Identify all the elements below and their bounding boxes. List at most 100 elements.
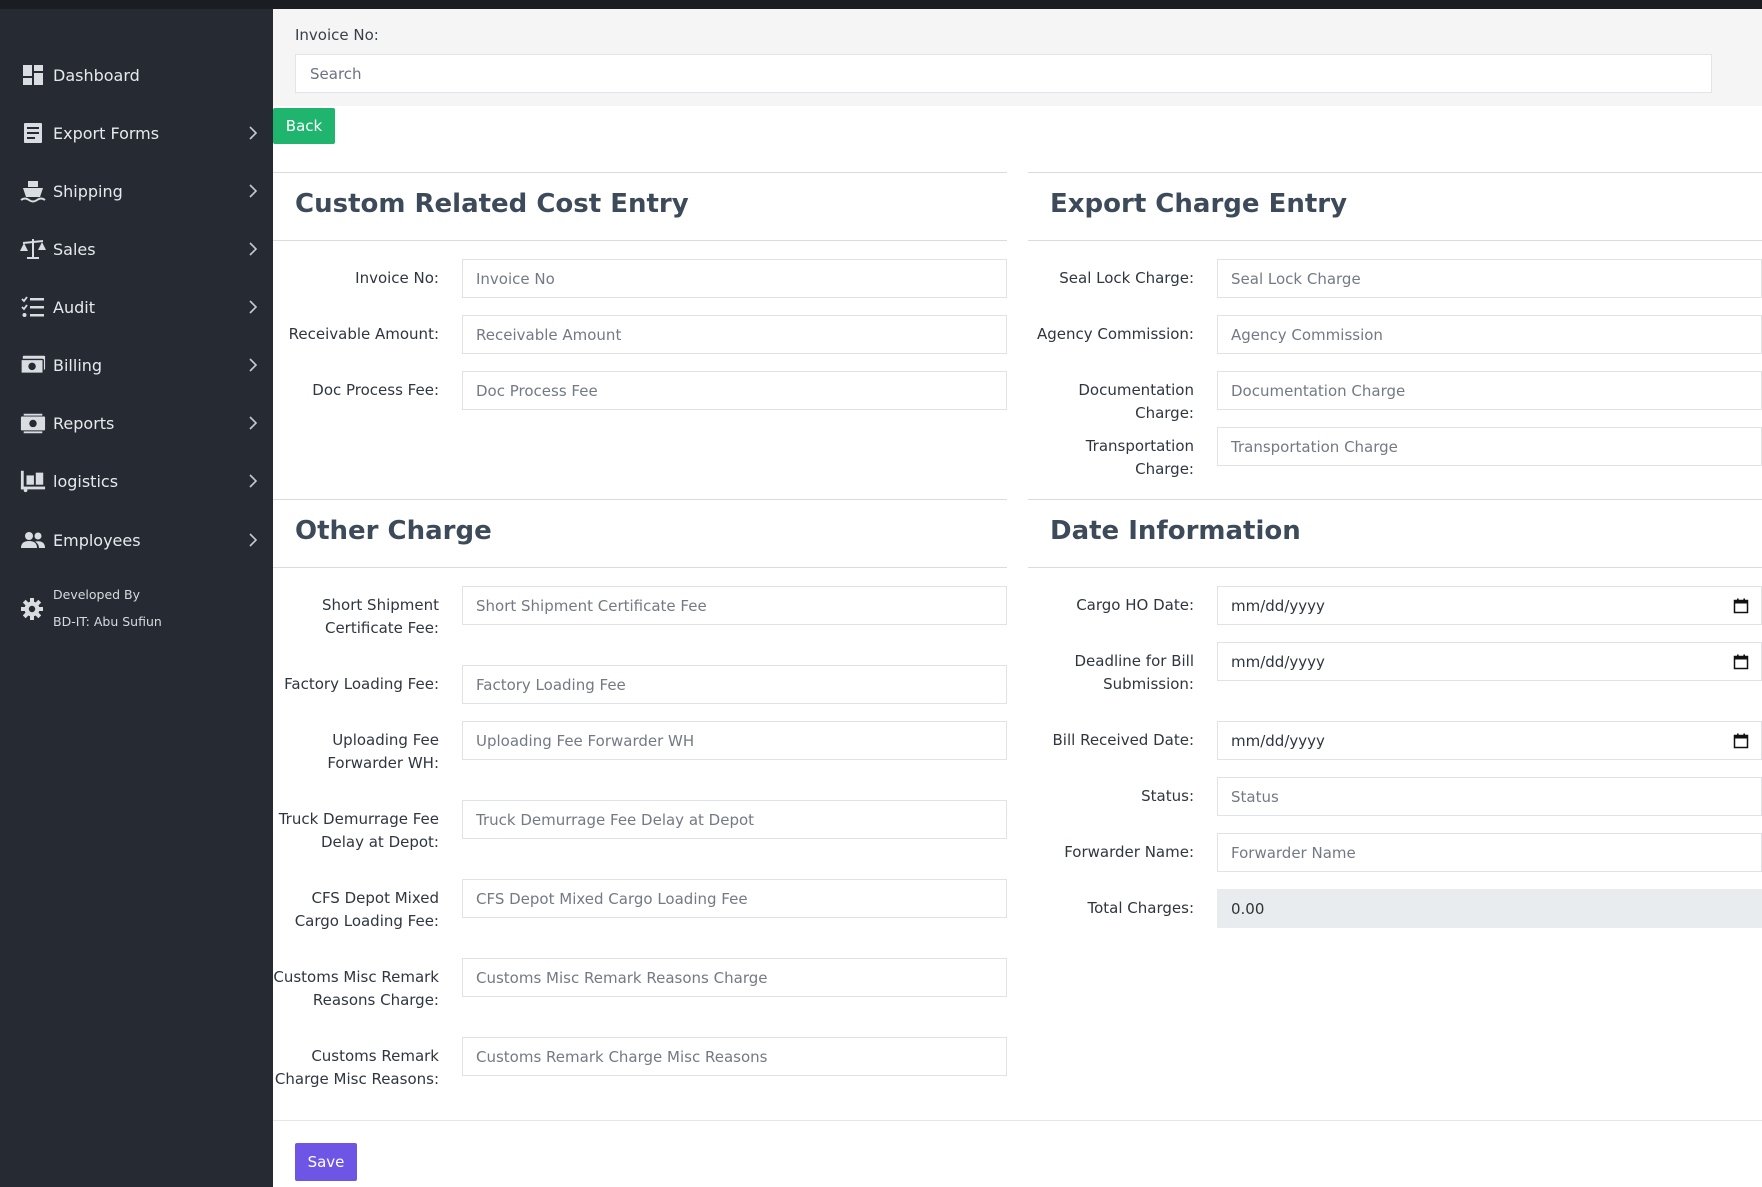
sidebar-item-employees[interactable]: Employees (0, 520, 273, 560)
customs-misc-remark-input[interactable] (462, 958, 1007, 997)
truck-demurrage-fee-label: Truck Demurrage Fee Delay at Depot: (278, 810, 439, 851)
total-charges-label: Total Charges: (1087, 899, 1195, 917)
chevron-right-icon (246, 358, 260, 372)
customs-remark-charge-input[interactable] (462, 1037, 1007, 1076)
divider (1028, 567, 1762, 568)
chevron-right-icon (246, 474, 260, 488)
cfs-depot-fee-input[interactable] (462, 879, 1007, 918)
developer-credit: Developed By BD-IT: Abu Sufiun (0, 581, 273, 641)
bill-received-date-input[interactable]: mm/dd/yyyy (1217, 721, 1762, 760)
invoice-search-label: Invoice No: (295, 26, 379, 44)
forwarder-name-input[interactable] (1217, 833, 1762, 872)
divider (273, 567, 1007, 568)
developer-label: Developed By (53, 587, 141, 602)
checklist-icon (20, 294, 46, 320)
calendar-icon[interactable] (1733, 654, 1749, 670)
dolly-icon (20, 468, 46, 494)
transportation-charge-input[interactable] (1217, 427, 1762, 466)
sidebar-item-logistics[interactable]: logistics (0, 461, 273, 501)
divider (273, 240, 1007, 241)
scale-icon (20, 236, 46, 262)
panel-title: Other Charge (295, 516, 492, 546)
factory-loading-fee-input[interactable] (462, 665, 1007, 704)
developer-name: BD-IT: Abu Sufiun (53, 614, 162, 629)
chevron-right-icon (246, 126, 260, 140)
documentation-charge-label: Documentation Charge: (1078, 381, 1194, 422)
form-icon (20, 120, 46, 146)
ship-icon (20, 178, 46, 204)
doc-process-fee-label: Doc Process Fee: (312, 381, 439, 399)
calendar-icon[interactable] (1733, 733, 1749, 749)
short-shipment-fee-label: Short Shipment Certificate Fee: (322, 596, 439, 637)
panel-title: Export Charge Entry (1050, 189, 1348, 219)
date-value: mm/dd/yyyy (1231, 596, 1325, 615)
calendar-icon[interactable] (1733, 598, 1749, 614)
doc-process-fee-input[interactable] (462, 371, 1007, 410)
invoice-search-input[interactable] (295, 54, 1712, 93)
sidebar-item-export-forms[interactable]: Export Forms (0, 113, 273, 153)
invoice-search-bar: Invoice No: (273, 9, 1762, 106)
short-shipment-fee-input[interactable] (462, 586, 1007, 625)
money-icon (20, 352, 46, 378)
other-charge-panel: Other Charge Short Shipment Certificate F… (273, 499, 1007, 1099)
date-value: mm/dd/yyyy (1231, 652, 1325, 671)
sidebar-item-shipping[interactable]: Shipping (0, 171, 273, 211)
sidebar-item-label: Audit (53, 297, 95, 317)
customs-remark-charge-label: Customs Remark Charge Misc Reasons: (274, 1047, 439, 1088)
sidebar-item-dashboard[interactable]: Dashboard (0, 55, 273, 95)
sidebar-item-label: Billing (53, 355, 103, 375)
invoice-no-input[interactable] (462, 259, 1007, 298)
invoice-no-label: Invoice No: (355, 269, 439, 287)
transportation-charge-label: Transportation Charge: (1085, 437, 1194, 478)
sidebar-item-label: logistics (53, 471, 119, 491)
sidebar-item-sales[interactable]: Sales (0, 229, 273, 269)
top-strip (0, 0, 1762, 9)
receivable-amount-label: Receivable Amount: (288, 325, 439, 343)
sidebar-item-audit[interactable]: Audit (0, 287, 273, 327)
forwarder-name-label: Forwarder Name: (1064, 843, 1194, 861)
seal-lock-charge-input[interactable] (1217, 259, 1762, 298)
chevron-right-icon (246, 300, 260, 314)
sidebar-item-label: Employees (53, 530, 141, 550)
sidebar-item-reports[interactable]: Reports (0, 403, 273, 443)
sidebar-item-label: Export Forms (53, 123, 160, 143)
panel-title: Date Information (1050, 516, 1301, 546)
status-label: Status: (1141, 787, 1194, 805)
seal-lock-charge-label: Seal Lock Charge: (1059, 269, 1194, 287)
documentation-charge-input[interactable] (1217, 371, 1762, 410)
bill-deadline-input[interactable]: mm/dd/yyyy (1217, 642, 1762, 681)
factory-loading-fee-label: Factory Loading Fee: (284, 675, 439, 693)
sidebar-item-label: Reports (53, 413, 115, 433)
main-content: Invoice No: Back Custom Related Cost Ent… (273, 9, 1762, 1187)
agency-commission-input[interactable] (1217, 315, 1762, 354)
chevron-right-icon (246, 242, 260, 256)
agency-commission-label: Agency Commission: (1037, 325, 1194, 343)
save-button[interactable]: Save (295, 1143, 357, 1181)
customs-misc-remark-label: Customs Misc Remark Reasons Charge: (273, 968, 439, 1009)
cfs-depot-fee-label: CFS Depot Mixed Cargo Loading Fee: (294, 889, 439, 930)
status-input[interactable] (1217, 777, 1762, 816)
bill-received-date-label: Bill Received Date: (1052, 731, 1194, 749)
uploading-fee-input[interactable] (462, 721, 1007, 760)
total-charges-input (1217, 889, 1762, 928)
sidebar: Dashboard Export Forms Shipping Sales Au… (0, 9, 273, 1187)
date-info-panel: Date Information Cargo HO Date: mm/dd/yy… (1028, 499, 1762, 969)
receivable-amount-input[interactable] (462, 315, 1007, 354)
gear-icon (20, 597, 46, 623)
cargo-ho-date-label: Cargo HO Date: (1076, 596, 1194, 614)
truck-demurrage-fee-input[interactable] (462, 800, 1007, 839)
bill-deadline-label: Deadline for Bill Submission: (1074, 652, 1194, 693)
dashboard-icon (20, 62, 46, 88)
money-cycle-icon (20, 410, 46, 436)
uploading-fee-label: Uploading Fee Forwarder WH: (327, 731, 439, 772)
cargo-ho-date-input[interactable]: mm/dd/yyyy (1217, 586, 1762, 625)
sidebar-item-billing[interactable]: Billing (0, 345, 273, 385)
sidebar-item-label: Sales (53, 239, 96, 259)
back-button[interactable]: Back (273, 108, 335, 144)
date-value: mm/dd/yyyy (1231, 731, 1325, 750)
divider (1028, 240, 1762, 241)
panel-title: Custom Related Cost Entry (295, 189, 689, 219)
sidebar-item-label: Dashboard (53, 65, 140, 85)
sidebar-item-label: Shipping (53, 181, 123, 201)
export-charge-panel: Export Charge Entry Seal Lock Charge: Ag… (1028, 172, 1762, 502)
